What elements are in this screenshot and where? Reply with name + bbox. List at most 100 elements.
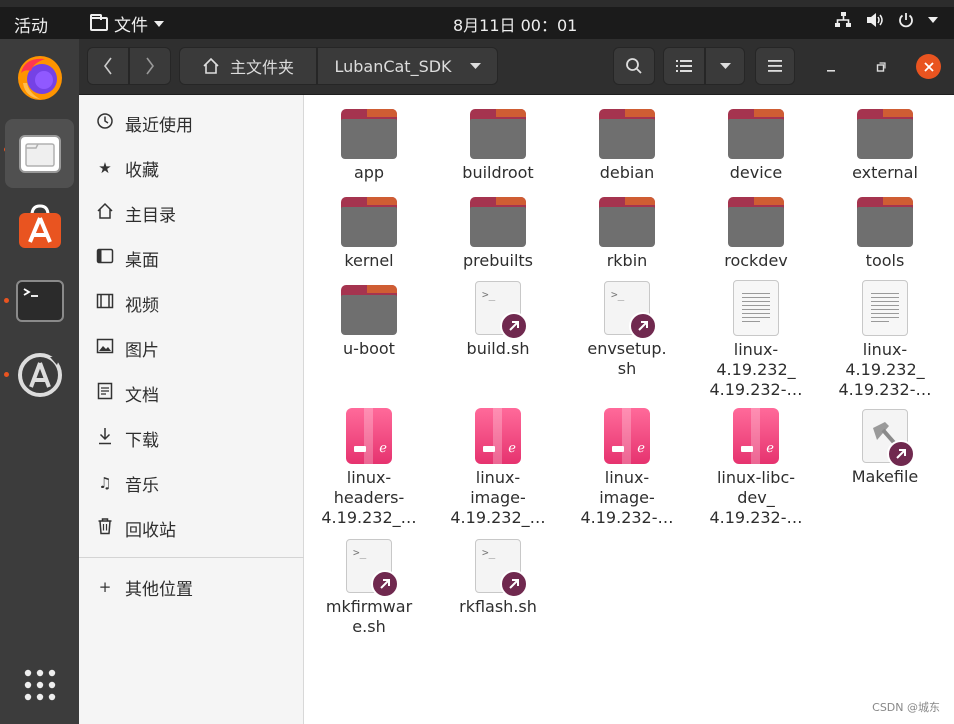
shell-script-icon: >_ bbox=[346, 539, 399, 598]
file-item[interactable]: >_ build.sh bbox=[433, 279, 563, 359]
file-item[interactable]: u-boot bbox=[304, 279, 434, 359]
sidebar-item-pictures[interactable]: 图片 bbox=[79, 328, 304, 368]
menu-button[interactable] bbox=[755, 47, 795, 85]
file-name: device bbox=[729, 163, 783, 182]
video-icon bbox=[95, 293, 115, 313]
sidebar-item-music[interactable]: ♫ 音乐 bbox=[79, 463, 304, 503]
file-item[interactable]: prebuilts bbox=[433, 191, 563, 271]
file-item[interactable]: tools bbox=[820, 191, 950, 271]
sidebar-item-other-locations[interactable]: + 其他位置 bbox=[79, 567, 304, 607]
text-file-icon bbox=[862, 280, 908, 336]
sidebar-item-label: 最近使用 bbox=[125, 115, 193, 136]
folder-icon bbox=[857, 197, 913, 247]
folder-icon bbox=[728, 109, 784, 159]
dock-files[interactable] bbox=[5, 119, 74, 188]
symlink-arrow-icon bbox=[500, 312, 528, 340]
file-item[interactable]: device bbox=[691, 103, 821, 183]
terminal-icon bbox=[15, 279, 64, 322]
file-name: tools bbox=[865, 251, 905, 270]
forward-button[interactable] bbox=[129, 47, 171, 85]
grid-icon bbox=[24, 669, 55, 700]
software-center-icon bbox=[18, 203, 61, 248]
sidebar-item-label: 音乐 bbox=[125, 475, 159, 496]
file-item[interactable]: app bbox=[304, 103, 434, 183]
minimize-button[interactable] bbox=[819, 55, 843, 79]
file-item[interactable]: rockdev bbox=[691, 191, 821, 271]
app-menu-label: 文件 bbox=[114, 16, 148, 36]
file-item[interactable]: external bbox=[820, 103, 950, 183]
sidebar-item-trash[interactable]: 回收站 bbox=[79, 508, 304, 548]
file-item[interactable]: ℯ linux- image- 4.19.232_… bbox=[433, 407, 563, 528]
document-icon bbox=[95, 382, 115, 404]
file-item[interactable]: kernel bbox=[304, 191, 434, 271]
image-icon bbox=[95, 338, 115, 358]
sidebar-separator bbox=[79, 557, 304, 558]
file-item[interactable]: >_ rkflash.sh bbox=[433, 537, 563, 617]
clock[interactable]: 8月11日 00：01 bbox=[453, 12, 577, 36]
chevron-left-icon bbox=[104, 57, 112, 75]
file-grid: app buildroot debian device external kernel pr… bbox=[304, 95, 954, 724]
volume-icon[interactable] bbox=[866, 12, 884, 28]
file-name: buildroot bbox=[462, 163, 534, 182]
folder-icon bbox=[728, 197, 784, 247]
file-name: linux-libc- dev_ 4.19.232-… bbox=[709, 468, 803, 527]
file-item[interactable]: >_ mkfirmwar e.sh bbox=[304, 537, 434, 637]
clock-icon bbox=[95, 112, 115, 134]
deb-package-icon: ℯ bbox=[475, 408, 521, 464]
network-icon[interactable] bbox=[834, 12, 852, 28]
star-icon: ★ bbox=[98, 159, 112, 177]
view-options-button[interactable] bbox=[705, 47, 745, 85]
file-item[interactable]: ℯ linux-libc- dev_ 4.19.232-… bbox=[691, 407, 821, 528]
sidebar-item-documents[interactable]: 文档 bbox=[79, 373, 304, 413]
path-current-folder[interactable]: LubanCat_SDK bbox=[317, 47, 498, 85]
file-item[interactable]: debian bbox=[562, 103, 692, 183]
power-icon[interactable] bbox=[898, 12, 914, 28]
sidebar-item-starred[interactable]: ★ 收藏 bbox=[79, 148, 304, 188]
folder-icon bbox=[470, 109, 526, 159]
file-name: linux- 4.19.232_ 4.19.232-… bbox=[838, 340, 932, 399]
sidebar-item-home[interactable]: 主目录 bbox=[79, 193, 304, 233]
files-icon bbox=[18, 134, 61, 173]
file-name: external bbox=[852, 163, 918, 182]
sidebar-item-videos[interactable]: 视频 bbox=[79, 283, 304, 323]
firefox-icon bbox=[17, 55, 62, 100]
dock-terminal[interactable] bbox=[5, 266, 74, 335]
symlink-arrow-icon bbox=[500, 570, 528, 598]
file-item[interactable]: ℯ linux- headers- 4.19.232_… bbox=[304, 407, 434, 528]
file-item[interactable]: buildroot bbox=[433, 103, 563, 183]
sidebar-item-label: 桌面 bbox=[125, 250, 159, 271]
file-name: rockdev bbox=[724, 251, 788, 270]
sidebar-item-label: 下载 bbox=[125, 430, 159, 451]
sidebar-item-downloads[interactable]: 下载 bbox=[79, 418, 304, 458]
maximize-button[interactable] bbox=[869, 55, 893, 79]
file-name: linux- 4.19.232_ 4.19.232-… bbox=[709, 340, 803, 399]
file-name: app bbox=[353, 163, 385, 182]
back-button[interactable] bbox=[87, 47, 129, 85]
chevron-down-icon[interactable] bbox=[928, 16, 938, 24]
dock-updater[interactable] bbox=[5, 340, 74, 409]
dock-show-apps[interactable] bbox=[5, 650, 74, 719]
dock bbox=[0, 39, 79, 724]
file-item[interactable]: >_ envsetup. sh bbox=[562, 279, 692, 379]
folder-icon bbox=[90, 13, 108, 31]
path-home-button[interactable]: 主文件夹 bbox=[179, 47, 317, 85]
file-item[interactable]: linux- 4.19.232_ 4.19.232-… bbox=[691, 279, 821, 400]
sidebar-item-recent[interactable]: 最近使用 bbox=[79, 103, 304, 143]
app-menu[interactable]: 文件 bbox=[90, 11, 164, 36]
file-item[interactable]: rkbin bbox=[562, 191, 692, 271]
activities-button[interactable]: 活动 bbox=[14, 12, 48, 37]
file-item[interactable]: ℯ linux- image- 4.19.232-… bbox=[562, 407, 692, 528]
dock-software[interactable] bbox=[5, 192, 74, 261]
view-list-button[interactable] bbox=[663, 47, 705, 85]
shell-script-icon: >_ bbox=[475, 539, 528, 598]
file-item[interactable]: Makefile bbox=[820, 407, 950, 487]
text-file-icon bbox=[733, 280, 779, 336]
search-button[interactable] bbox=[613, 47, 655, 85]
dock-firefox[interactable] bbox=[5, 43, 74, 112]
sidebar-item-desktop[interactable]: 桌面 bbox=[79, 238, 304, 278]
file-item[interactable]: linux- 4.19.232_ 4.19.232-… bbox=[820, 279, 950, 400]
close-button[interactable] bbox=[916, 54, 941, 79]
folder-icon bbox=[341, 285, 397, 335]
file-name: prebuilts bbox=[462, 251, 534, 270]
system-tray[interactable] bbox=[834, 12, 938, 28]
